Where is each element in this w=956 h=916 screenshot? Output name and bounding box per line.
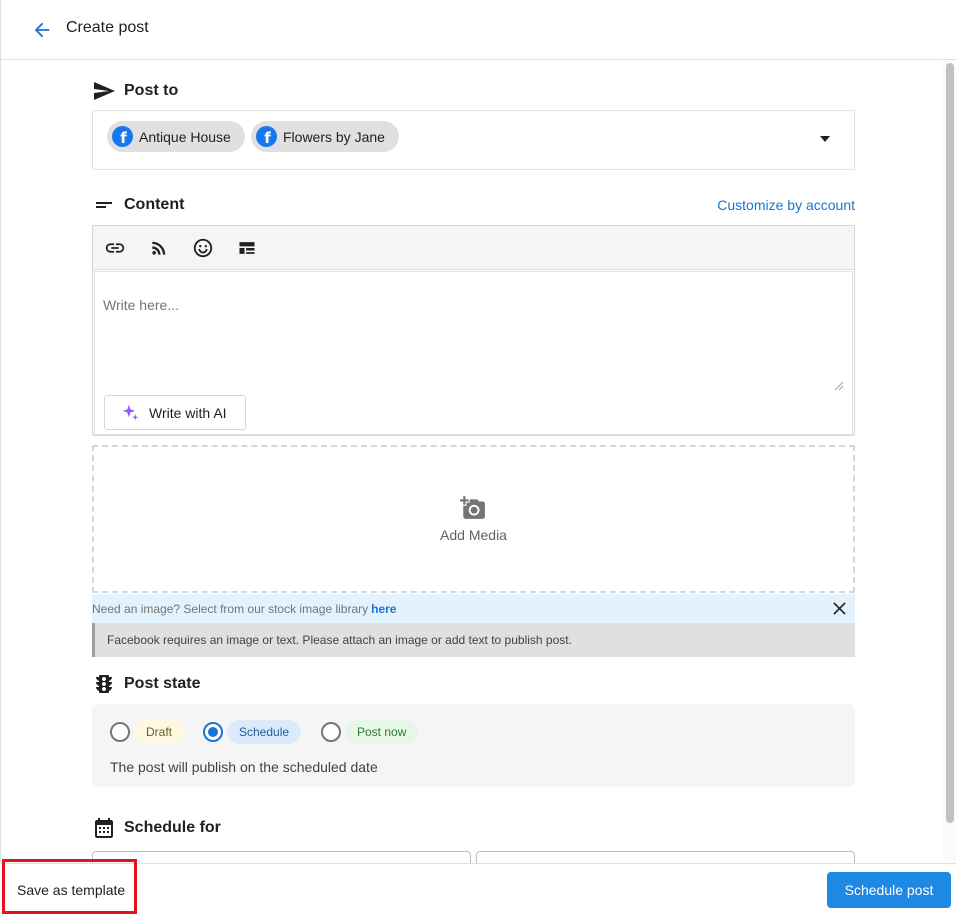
arrow-left-icon[interactable] [31, 19, 53, 41]
content-title: Content [124, 196, 185, 213]
sparkle-icon [122, 404, 139, 421]
stock-image-banner: Need an image? Select from our stock ima… [92, 594, 855, 623]
schedule-time-field[interactable] [476, 851, 855, 863]
page-title: Create post [66, 19, 149, 36]
add-media-label: Add Media [440, 527, 507, 543]
facebook-requirement-warning: Facebook requires an image or text. Plea… [92, 623, 855, 657]
write-with-ai-label: Write with AI [149, 404, 227, 421]
stock-image-link[interactable]: here [371, 602, 396, 616]
account-selector[interactable]: f Antique House f Flowers by Jane [92, 110, 855, 170]
schedule-post-button[interactable]: Schedule post [827, 872, 951, 908]
account-chip-flowers-by-jane[interactable]: f Flowers by Jane [251, 121, 399, 152]
send-icon [94, 82, 115, 100]
calendar-icon [95, 818, 113, 838]
save-as-template-button[interactable]: Save as template [17, 882, 125, 898]
post-text-input[interactable]: Write here... Write with AI [94, 271, 853, 435]
post-state-title: Post state [124, 675, 201, 692]
add-media-dropzone[interactable]: Add Media [92, 445, 855, 593]
top-bar: Create post [0, 0, 956, 60]
draft-pill[interactable]: Draft [134, 720, 185, 744]
radio-post-now[interactable] [321, 722, 341, 742]
facebook-icon: f [256, 126, 277, 147]
customize-by-account-link[interactable]: Customize by account [717, 197, 855, 213]
close-icon[interactable] [833, 602, 846, 615]
template-icon[interactable] [235, 236, 259, 260]
schedule-date-field[interactable] [92, 851, 471, 863]
radio-schedule[interactable] [203, 722, 223, 742]
post-to-header: Post to [92, 80, 855, 102]
scrollbar[interactable] [943, 60, 956, 863]
write-with-ai-button[interactable]: Write with AI [104, 395, 246, 430]
short-text-icon [96, 202, 112, 208]
schedule-for-title: Schedule for [124, 819, 221, 836]
facebook-icon: f [112, 126, 133, 147]
resize-handle-icon[interactable] [834, 381, 844, 391]
content-header: Content Customize by account [92, 194, 855, 216]
dropdown-arrow-icon[interactable] [820, 136, 830, 142]
link-icon[interactable] [103, 236, 127, 260]
account-chip-label: Flowers by Jane [283, 128, 385, 145]
account-chip-antique-house[interactable]: f Antique House [107, 121, 245, 152]
schedule-pill[interactable]: Schedule [227, 720, 302, 744]
post-editor: Write here... Write with AI [92, 225, 855, 436]
stock-image-text: Need an image? Select from our stock ima… [92, 601, 369, 616]
post-state-description: The post will publish on the scheduled d… [110, 759, 378, 775]
footer-bar: Save as template Schedule post [0, 859, 956, 916]
rss-icon[interactable] [147, 236, 171, 260]
schedule-for-header: Schedule for [92, 817, 855, 839]
post-to-title: Post to [124, 82, 179, 99]
post-text-placeholder: Write here... [103, 297, 179, 313]
form-scroll-area[interactable]: Post to f Antique House f Flowers by Jan… [0, 60, 956, 863]
post-state-header: Post state [92, 673, 855, 695]
radio-draft[interactable] [110, 722, 130, 742]
account-chip-label: Antique House [139, 128, 231, 145]
traffic-light-icon [96, 675, 112, 693]
post-now-pill[interactable]: Post now [345, 720, 419, 744]
editor-toolbar [93, 226, 854, 270]
add-photo-icon [460, 496, 485, 519]
emoji-icon[interactable] [191, 236, 215, 260]
post-state-options: Draft Schedule Post now The post will pu… [92, 704, 855, 787]
scrollbar-thumb[interactable] [946, 63, 954, 823]
